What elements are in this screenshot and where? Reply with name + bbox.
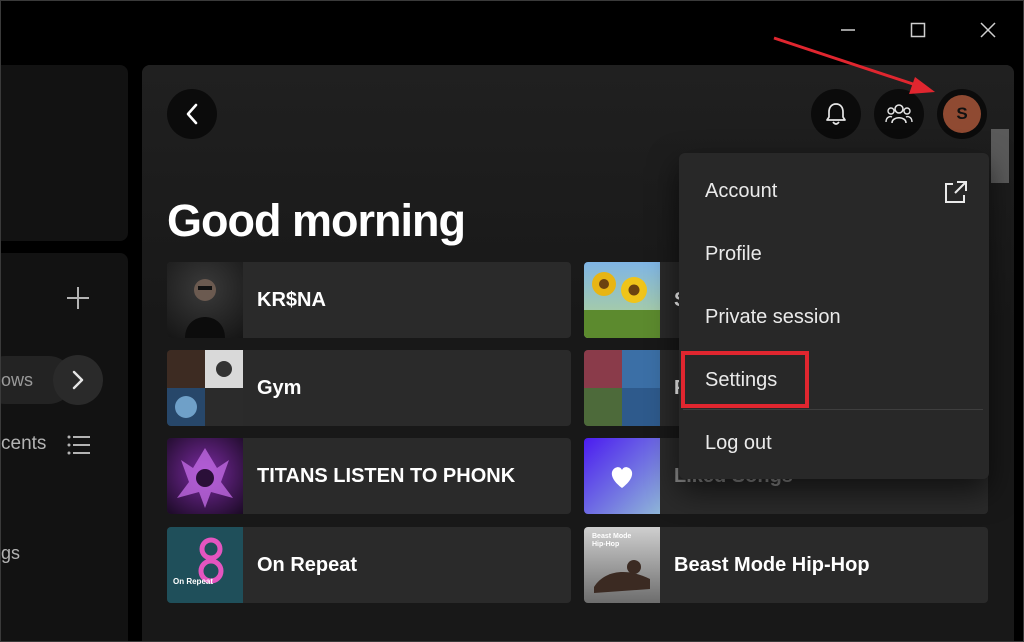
list-icon[interactable] bbox=[67, 434, 91, 456]
avatar: S bbox=[943, 95, 981, 133]
menu-item-label: Private session bbox=[705, 305, 841, 328]
shortcut-tile[interactable]: On Repeat On Repeat bbox=[167, 527, 571, 603]
album-art: On Repeat bbox=[167, 527, 243, 603]
album-art-mosaic bbox=[584, 350, 660, 426]
back-button[interactable] bbox=[167, 89, 217, 139]
album-art bbox=[584, 438, 660, 514]
shortcut-tile[interactable]: TITANS LISTEN TO PHONK bbox=[167, 438, 571, 514]
chevron-left-icon bbox=[186, 103, 198, 125]
tile-title: TITANS LISTEN TO PHONK bbox=[257, 464, 516, 487]
library-item-label[interactable]: gs bbox=[1, 543, 20, 564]
tile-title: KR$NA bbox=[257, 288, 326, 311]
notifications-button[interactable] bbox=[811, 89, 861, 139]
heart-icon bbox=[611, 467, 633, 488]
bell-icon bbox=[826, 103, 846, 125]
album-art-mosaic bbox=[167, 350, 243, 426]
art-caption: Beast Mode Hip-Hop bbox=[592, 533, 632, 548]
menu-divider bbox=[683, 409, 983, 410]
album-art bbox=[167, 262, 243, 338]
menu-item-private-session[interactable]: Private session bbox=[679, 291, 989, 343]
scrollbar-thumb[interactable] bbox=[991, 129, 1009, 183]
tile-title: On Repeat bbox=[257, 553, 358, 576]
tile-title: Gym bbox=[257, 376, 302, 399]
album-art bbox=[584, 262, 660, 338]
sidebar-nav-panel bbox=[1, 65, 128, 241]
shortcut-tile[interactable]: KR$NA bbox=[167, 262, 571, 338]
tile-title: Beast Mode Hip-Hop bbox=[674, 553, 870, 576]
settings-highlight-annotation bbox=[681, 351, 809, 408]
close-icon[interactable] bbox=[973, 15, 1003, 45]
menu-item-label: Log out bbox=[705, 431, 772, 454]
friends-icon bbox=[885, 104, 913, 124]
album-art bbox=[167, 438, 243, 514]
chevron-right-icon[interactable] bbox=[53, 355, 103, 405]
menu-item-profile[interactable]: Profile bbox=[679, 228, 989, 280]
minimize-icon[interactable] bbox=[833, 15, 863, 45]
recents-sort-label[interactable]: cents bbox=[1, 433, 46, 455]
friend-activity-button[interactable] bbox=[874, 89, 924, 139]
shortcut-tile[interactable]: Beast Mode Hip-Hop Beast Mode Hip-Hop bbox=[584, 527, 988, 603]
shortcut-tile[interactable]: Gym bbox=[167, 350, 571, 426]
profile-menu: Account Profile Private session Settings… bbox=[679, 153, 989, 479]
menu-item-label: Account bbox=[705, 179, 778, 202]
app-window: ows cents gs S Good morning KR$NA Gym TI… bbox=[0, 0, 1024, 642]
add-playlist-button[interactable] bbox=[63, 283, 93, 313]
menu-item-logout[interactable]: Log out bbox=[679, 417, 989, 469]
menu-item-label: Profile bbox=[705, 242, 762, 265]
maximize-icon[interactable] bbox=[903, 15, 933, 45]
page-title: Good morning bbox=[167, 195, 466, 246]
profile-button[interactable]: S bbox=[937, 89, 987, 139]
external-link-icon bbox=[943, 179, 969, 205]
album-art: Beast Mode Hip-Hop bbox=[584, 527, 660, 603]
art-caption: On Repeat bbox=[173, 577, 214, 586]
